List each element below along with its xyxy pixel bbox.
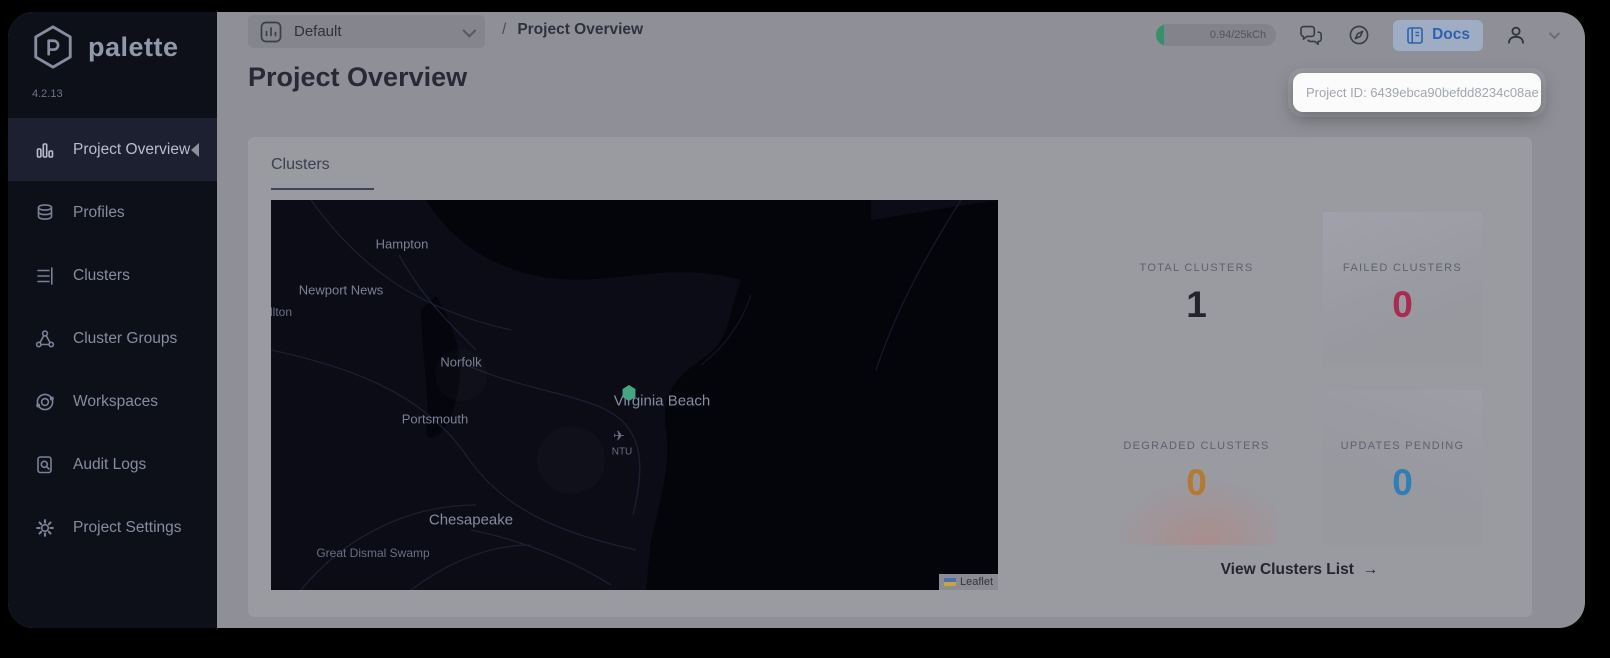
map-city-label: Portsmouth: [401, 411, 469, 427]
stat-label: TOTAL CLUSTERS: [1139, 262, 1254, 274]
usage-progress-fill: [1156, 24, 1165, 46]
palette-logo-icon: [34, 25, 72, 69]
stat-value: 0: [1392, 462, 1413, 503]
sidebar-item-label: Project Settings: [73, 518, 182, 536]
sidebar-item-label: Project Overview: [73, 140, 191, 158]
stat-label: DEGRADED CLUSTERS: [1123, 440, 1270, 452]
stat-card-degraded: DEGRADED CLUSTERS 0: [1117, 390, 1276, 545]
logo: palette: [30, 24, 179, 70]
app-window: palette 4.2.13 Project Overview Profiles C…: [8, 12, 1585, 628]
gear-icon: [34, 517, 56, 539]
sidebar-item-project-overview[interactable]: Project Overview: [8, 118, 217, 181]
usage-badge-text: 0.94/25kCh: [1209, 29, 1267, 41]
map-attribution-label: Leaflet: [959, 576, 993, 588]
app-version: 4.2.13: [32, 88, 63, 100]
layers-icon: [34, 202, 56, 224]
breadcrumb-separator: /: [502, 21, 507, 38]
page-title: Project Overview: [248, 62, 468, 92]
stat-value: 1: [1186, 284, 1207, 325]
sidebar-item-label: Clusters: [73, 266, 130, 284]
chat-icon[interactable]: [1298, 23, 1325, 47]
orbit-icon: [34, 391, 56, 413]
sidebar: palette 4.2.13 Project Overview Profiles C…: [8, 12, 217, 628]
stat-card-total: TOTAL CLUSTERS 1: [1117, 212, 1276, 367]
stat-label: FAILED CLUSTERS: [1342, 262, 1463, 274]
sidebar-item-label: Audit Logs: [73, 455, 147, 473]
stat-value: 0: [1186, 462, 1207, 503]
docs-button[interactable]: Docs: [1393, 19, 1483, 51]
breadcrumb: / Project Overview: [502, 21, 643, 39]
map-city-label: NTU: [611, 446, 633, 458]
stat-card-failed: FAILED CLUSTERS 0: [1323, 212, 1482, 367]
project-id-tooltip: Project ID: 6439ebca90befdd8234c08ae: [1293, 73, 1541, 112]
project-id-text: Project ID: 6439ebca90befdd8234c08ae: [1306, 85, 1539, 100]
doc-search-icon: [34, 454, 56, 476]
map-city-label: llton: [271, 305, 293, 319]
docs-button-label: Docs: [1432, 26, 1470, 43]
breadcrumb-current: Project Overview: [517, 21, 644, 38]
sidebar-item-cluster-groups[interactable]: Cluster Groups: [8, 307, 217, 370]
map-attribution[interactable]: Leaflet: [938, 574, 998, 590]
active-item-notch: [191, 142, 199, 157]
sidebar-menu: Project Overview Profiles Clusters Cluster …: [8, 118, 217, 559]
arrow-right-icon: →: [1362, 561, 1379, 578]
topbar: Default / Project Overview 0.94/25kCh Do…: [217, 12, 1585, 58]
project-scope-value: Default: [294, 23, 342, 40]
stat-label: UPDATES PENDING: [1340, 440, 1465, 452]
sidebar-item-project-settings[interactable]: Project Settings: [8, 496, 217, 559]
airport-icon: ✈: [613, 427, 625, 444]
server-list-icon: [34, 265, 56, 287]
map-city-label: Norfolk: [440, 354, 482, 370]
map-city-label: Great Dismal Swamp: [316, 546, 430, 560]
chart-select-icon: [260, 21, 282, 42]
sidebar-item-label: Workspaces: [73, 392, 158, 410]
map-city-label: Chesapeake: [428, 511, 514, 529]
topbar-actions: 0.94/25kCh Docs: [1156, 12, 1561, 58]
sidebar-item-label: Profiles: [73, 203, 125, 221]
compass-icon[interactable]: [1347, 23, 1371, 47]
clusters-card: Clusters Hampton Newport News llton Norf…: [248, 137, 1532, 617]
network-icon: [34, 328, 56, 350]
map-city-label: Hampton: [375, 236, 429, 252]
tab-clusters[interactable]: Clusters: [271, 156, 330, 174]
book-icon: [1407, 26, 1423, 44]
usage-badge: 0.94/25kCh: [1156, 24, 1277, 46]
sidebar-item-profiles[interactable]: Profiles: [8, 181, 217, 244]
clusters-map[interactable]: Hampton Newport News llton Norfolk Virginia …: [271, 200, 998, 590]
chevron-down-icon: [462, 23, 477, 38]
stat-value: 0: [1392, 284, 1413, 325]
map-city-label: Newport News: [298, 282, 384, 298]
view-clusters-list-link[interactable]: View Clusters List →: [1117, 561, 1482, 579]
stat-card-pending: UPDATES PENDING 0: [1323, 390, 1482, 545]
app-wordmark: palette: [88, 31, 179, 62]
sidebar-item-label: Cluster Groups: [73, 329, 178, 347]
bar-chart-icon: [34, 139, 56, 161]
ukraine-flag-icon: [943, 578, 956, 586]
sidebar-item-audit-logs[interactable]: Audit Logs: [8, 433, 217, 496]
sidebar-item-clusters[interactable]: Clusters: [8, 244, 217, 307]
user-icon[interactable]: [1505, 24, 1527, 46]
sidebar-item-workspaces[interactable]: Workspaces: [8, 370, 217, 433]
account-chevron-down-icon[interactable]: [1548, 27, 1561, 40]
tab-active-indicator: [271, 188, 374, 190]
project-scope-selector[interactable]: Default: [248, 15, 485, 48]
view-clusters-list-label: View Clusters List: [1220, 561, 1354, 578]
